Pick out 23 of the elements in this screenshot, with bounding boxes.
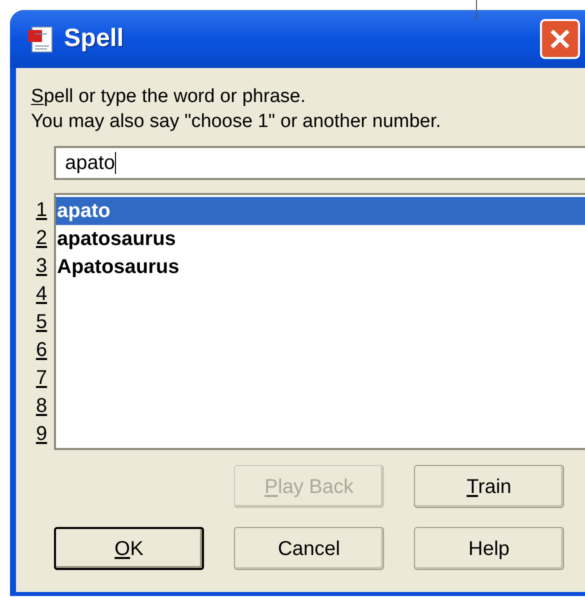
spell-input[interactable]: apato <box>54 146 585 180</box>
choice-number[interactable]: 1 <box>36 196 50 224</box>
choice-number[interactable]: 3 <box>36 252 50 280</box>
choice-number[interactable]: 4 <box>36 280 50 308</box>
choice-item[interactable]: apato <box>56 197 585 225</box>
close-button[interactable] <box>540 19 580 59</box>
instruction-text: Spell or type the word or phrase. <box>31 85 307 109</box>
choice-item[interactable]: apatosaurus <box>56 225 585 253</box>
dialog-button[interactable]: OK <box>54 527 204 570</box>
dialog-button[interactable]: Cancel <box>234 527 384 570</box>
choice-number[interactable]: 5 <box>36 308 50 336</box>
choice-number[interactable]: 9 <box>36 420 50 448</box>
choice-number[interactable]: 8 <box>36 392 50 420</box>
instruction-text: You may also say "choose 1" or another number. <box>31 110 442 134</box>
input-value: apato <box>65 151 116 176</box>
choice-number[interactable]: 7 <box>36 364 50 392</box>
dialog-button[interactable]: Train <box>414 465 564 508</box>
close-icon <box>549 28 571 50</box>
choice-item[interactable]: Apatosaurus <box>56 253 585 281</box>
dialog-button[interactable]: Help <box>414 527 564 570</box>
choice-number[interactable]: 2 <box>36 224 50 252</box>
window-title: Spell <box>64 23 124 54</box>
choice-number[interactable]: 6 <box>36 336 50 364</box>
